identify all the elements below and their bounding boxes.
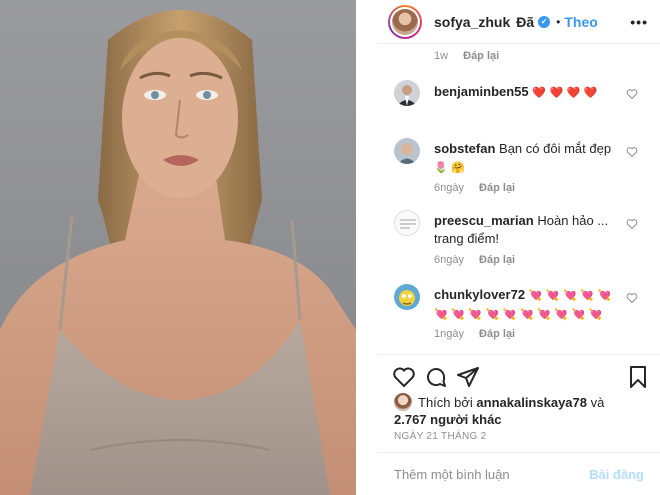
comment-text: Bạn có đôi mắt đẹp — [499, 141, 612, 156]
more-icon[interactable]: ••• — [630, 14, 648, 30]
liker-username[interactable]: annakalinskaya78 — [476, 395, 587, 410]
post-date: NGÀY 21 THÁNG 2 — [394, 431, 487, 442]
add-comment-bar: Bài đăng — [378, 452, 660, 495]
comment-username[interactable]: chunkylover72 — [434, 287, 525, 302]
reply-button[interactable]: Đáp lại — [463, 50, 499, 62]
avatar-photo — [392, 8, 418, 35]
comment-username[interactable]: benjaminben55 — [434, 84, 529, 99]
likes-summary: Thích bởi annakalinskaya78 và 2.767 ngườ… — [394, 393, 644, 428]
comment-icon[interactable] — [424, 365, 448, 389]
comment-input[interactable] — [394, 466, 590, 482]
comment-time: 1w — [434, 50, 449, 62]
comment-username[interactable]: preescu_marian — [434, 213, 534, 228]
comment-text: ❤️ ❤️ ❤️ ❤️ — [532, 86, 598, 99]
post-sidebar: sofya_zhuk Đã ✓ • Theo ••• 1w Đáp lại be… — [378, 0, 660, 495]
comment-meta: 1ngày Đáp lại — [434, 328, 515, 340]
share-icon[interactable] — [456, 365, 480, 389]
separator-dot: • — [556, 14, 561, 29]
comment-body: sobstefan Bạn có đôi mắt đẹp 🌷 🤗 — [434, 140, 626, 177]
reply-button[interactable]: Đáp lại — [479, 182, 515, 194]
author-avatar[interactable] — [388, 4, 422, 39]
avatar[interactable] — [394, 284, 420, 310]
comment-meta: 6ngày Đáp lại — [434, 182, 515, 194]
avatar[interactable] — [394, 210, 420, 236]
heart-icon[interactable] — [392, 365, 416, 389]
comment-body: chunkylover72 💘 💘 💘 💘 💘 💘 💘 💘 💘 💘 💘 💘 💘 … — [434, 286, 626, 324]
heart-icon[interactable] — [626, 88, 638, 100]
comment-username[interactable]: sobstefan — [434, 141, 495, 156]
avatar[interactable] — [394, 80, 420, 106]
author-suffix: Đã — [516, 13, 535, 30]
comment-time: 1ngày — [434, 328, 464, 340]
post-comment-button[interactable]: Bài đăng — [589, 467, 644, 482]
heart-icon[interactable] — [626, 218, 638, 230]
avatar[interactable] — [394, 393, 412, 411]
panel-gap — [356, 0, 378, 495]
reply-button[interactable]: Đáp lại — [479, 254, 515, 266]
comment-text: 💘 💘 💘 💘 💘 — [528, 289, 612, 302]
comment-text-line2: trang điểm! — [434, 231, 500, 246]
comment-body: preescu_marian Hoàn hảo ... trang điểm! — [434, 212, 626, 248]
comment-text: Hoàn hảo ... — [537, 213, 609, 228]
heart-icon[interactable] — [626, 292, 638, 304]
heart-icon[interactable] — [626, 146, 638, 158]
post-photo[interactable] — [0, 0, 356, 495]
previous-comment-meta: 1w Đáp lại — [434, 50, 499, 62]
bookmark-icon[interactable] — [626, 365, 650, 389]
likes-prefix: Thích bởi — [418, 395, 473, 410]
portrait-image — [0, 10, 356, 495]
comment-emojis: 🌷 🤗 — [434, 161, 465, 174]
likes-count[interactable]: 2.767 người khác — [394, 412, 502, 427]
post-actions: Thích bởi annakalinskaya78 và 2.767 ngườ… — [378, 354, 660, 466]
likes-and: và — [590, 395, 605, 410]
comment-meta: 6ngày Đáp lại — [434, 254, 515, 266]
author-username[interactable]: sofya_zhuk — [434, 14, 510, 30]
comment-emojis: 💘 💘 💘 💘 💘 💘 💘 💘 💘 💘 — [434, 308, 603, 321]
post-header: sofya_zhuk Đã ✓ • Theo ••• — [378, 0, 660, 44]
verified-icon: ✓ — [538, 15, 551, 28]
comment-time: 6ngày — [434, 254, 464, 266]
follow-button[interactable]: Theo — [564, 14, 597, 30]
comments-list[interactable]: 1w Đáp lại benjaminben55 ❤️ ❤️ ❤️ ❤️ sob… — [378, 44, 660, 354]
reply-button[interactable]: Đáp lại — [479, 328, 515, 340]
comment-time: 6ngày — [434, 182, 464, 194]
avatar[interactable] — [394, 138, 420, 164]
comment-body: benjaminben55 ❤️ ❤️ ❤️ ❤️ — [434, 83, 626, 102]
